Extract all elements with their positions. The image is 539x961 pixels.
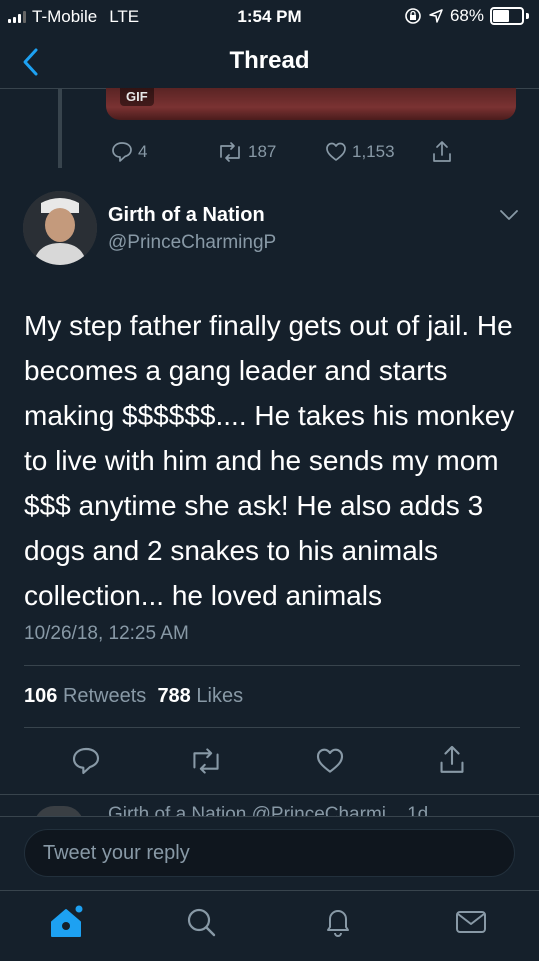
tweet-actions bbox=[0, 743, 539, 779]
divider bbox=[24, 727, 520, 728]
battery-nub bbox=[526, 13, 529, 19]
gif-media[interactable] bbox=[106, 88, 516, 120]
reply-input[interactable] bbox=[24, 829, 515, 877]
battery-percent: 68% bbox=[449, 6, 484, 25]
author-handle[interactable]: @PrinceCharmingP bbox=[108, 232, 276, 254]
reply-action[interactable]: 4 bbox=[110, 140, 147, 164]
page-title: Thread bbox=[229, 47, 310, 74]
avatar[interactable] bbox=[23, 191, 97, 265]
heart-icon bbox=[326, 142, 346, 161]
home-icon[interactable] bbox=[46, 902, 86, 942]
retweet-action[interactable]: 187 bbox=[216, 140, 276, 164]
messages-icon[interactable] bbox=[451, 902, 491, 942]
like-count: 1,153 bbox=[352, 142, 395, 161]
chevron-down-icon[interactable] bbox=[496, 205, 522, 225]
retweet-icon bbox=[220, 142, 240, 162]
status-bar: T-Mobile LTE 1:54 PM 68% bbox=[0, 0, 539, 34]
notifications-icon[interactable] bbox=[318, 902, 358, 942]
share-icon[interactable] bbox=[436, 743, 468, 777]
rotation-lock-icon bbox=[405, 8, 421, 24]
avatar-image bbox=[23, 191, 97, 265]
like-action[interactable]: 1,153 bbox=[324, 140, 395, 164]
author-name[interactable]: Girth of a Nation bbox=[108, 204, 265, 227]
tweet-timestamp: 10/26/18, 12:25 AM bbox=[24, 623, 189, 644]
heart-icon[interactable] bbox=[314, 745, 346, 777]
like-total: 788 bbox=[157, 685, 191, 707]
retweets-stat[interactable]: 106 Retweets bbox=[24, 685, 146, 707]
search-icon[interactable] bbox=[181, 902, 221, 942]
retweet-count: 187 bbox=[248, 142, 277, 161]
gif-badge: GIF bbox=[120, 88, 154, 106]
tweet-text: My step father finally gets out of jail.… bbox=[24, 310, 515, 611]
tweet-stats: 106 Retweets 788 Likes bbox=[24, 685, 243, 708]
reply-icon bbox=[112, 142, 132, 162]
status-right: 68% bbox=[404, 6, 529, 26]
share-action[interactable] bbox=[430, 139, 454, 165]
battery-icon bbox=[490, 7, 524, 25]
share-icon bbox=[433, 141, 451, 162]
retweets-label: Retweets bbox=[62, 685, 147, 707]
reply-count: 4 bbox=[138, 142, 148, 161]
likes-stat[interactable]: 788 Likes bbox=[157, 685, 243, 707]
retweet-icon[interactable] bbox=[188, 745, 224, 777]
previous-tweet-actions: 4 187 1,153 bbox=[0, 137, 539, 167]
divider bbox=[0, 794, 539, 795]
reply-icon[interactable] bbox=[70, 745, 102, 777]
location-icon bbox=[429, 9, 443, 23]
divider bbox=[24, 665, 520, 666]
retweet-total: 106 bbox=[24, 685, 58, 707]
nav-bar: Thread bbox=[0, 34, 539, 89]
likes-label: Likes bbox=[196, 685, 244, 707]
